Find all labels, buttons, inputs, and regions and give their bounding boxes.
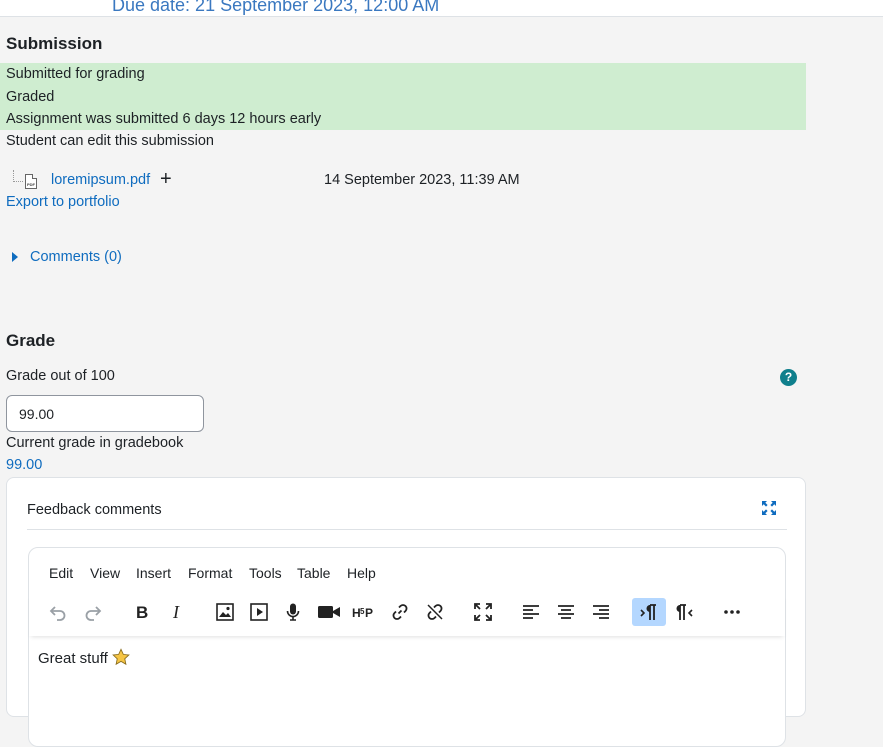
- redo-icon[interactable]: [76, 598, 110, 626]
- status-submitted: Submitted for grading: [6, 66, 145, 82]
- editor-toolbar: B I H5P: [29, 594, 785, 636]
- menu-insert[interactable]: Insert: [136, 565, 171, 581]
- help-icon[interactable]: ?: [780, 369, 797, 386]
- menu-view[interactable]: View: [90, 565, 120, 581]
- fullscreen-icon[interactable]: [466, 598, 500, 626]
- due-date: Due date: 21 September 2023, 12:00 AM: [112, 0, 440, 15]
- undo-icon[interactable]: [41, 598, 75, 626]
- submission-heading: Submission: [6, 34, 103, 53]
- ltr-paragraph-icon[interactable]: [632, 598, 666, 626]
- card-divider: [27, 529, 787, 530]
- menu-table[interactable]: Table: [297, 565, 330, 581]
- menu-tools[interactable]: Tools: [249, 565, 282, 581]
- unlink-icon[interactable]: [418, 598, 452, 626]
- comments-link[interactable]: Comments (0): [30, 249, 122, 265]
- expand-caret-icon[interactable]: [12, 252, 18, 262]
- file-timestamp: 14 September 2023, 11:39 AM: [324, 172, 520, 188]
- microphone-icon[interactable]: [276, 598, 310, 626]
- submission-status-block: Submitted for grading Graded Assignment …: [0, 63, 806, 130]
- pdf-file-icon: PDF: [25, 174, 37, 189]
- h5p-icon[interactable]: H5P: [347, 598, 381, 626]
- grade-label: Grade out of 100: [6, 368, 115, 384]
- align-right-icon[interactable]: [584, 598, 618, 626]
- file-tree-line: [13, 170, 23, 182]
- feedback-heading: Feedback comments: [27, 502, 162, 518]
- feedback-text: Great stuff: [38, 650, 108, 667]
- status-graded: Graded: [6, 89, 55, 105]
- image-icon[interactable]: [208, 598, 242, 626]
- rich-text-editor: Edit View Insert Format Tools Table Help…: [28, 547, 786, 747]
- italic-icon[interactable]: I: [160, 598, 194, 626]
- feedback-card: Feedback comments Edit View Insert Forma…: [6, 477, 806, 747]
- status-timing: Assignment was submitted 6 days 12 hours…: [6, 111, 322, 127]
- align-left-icon[interactable]: [514, 598, 548, 626]
- grade-input[interactable]: [6, 395, 204, 432]
- grade-heading: Grade: [6, 331, 56, 350]
- file-link[interactable]: loremipsum.pdf: [51, 172, 150, 188]
- align-center-icon[interactable]: [549, 598, 583, 626]
- menu-help[interactable]: Help: [347, 565, 376, 581]
- star-icon: [111, 648, 130, 666]
- rtl-paragraph-icon[interactable]: [667, 598, 701, 626]
- media-icon[interactable]: [242, 598, 276, 626]
- more-icon[interactable]: [715, 598, 749, 626]
- menu-edit[interactable]: Edit: [49, 565, 73, 581]
- video-camera-icon[interactable]: [312, 598, 346, 626]
- editor-menubar: Edit View Insert Format Tools Table Help: [29, 548, 785, 594]
- expand-icon[interactable]: [761, 500, 777, 516]
- current-grade-value[interactable]: 99.00: [6, 457, 42, 473]
- svg-text:I: I: [172, 602, 180, 622]
- editor-content[interactable]: Great stuff: [38, 648, 130, 667]
- menu-format[interactable]: Format: [188, 565, 232, 581]
- bold-icon[interactable]: B: [125, 598, 159, 626]
- link-icon[interactable]: [383, 598, 417, 626]
- current-grade-label: Current grade in gradebook: [6, 435, 184, 451]
- add-file-icon[interactable]: +: [160, 168, 172, 191]
- svg-text:P: P: [365, 606, 373, 620]
- svg-text:B: B: [136, 603, 148, 622]
- top-bar: Due date: 21 September 2023, 12:00 AM: [0, 0, 883, 17]
- export-portfolio-link[interactable]: Export to portfolio: [6, 194, 120, 210]
- edit-note: Student can edit this submission: [6, 133, 214, 149]
